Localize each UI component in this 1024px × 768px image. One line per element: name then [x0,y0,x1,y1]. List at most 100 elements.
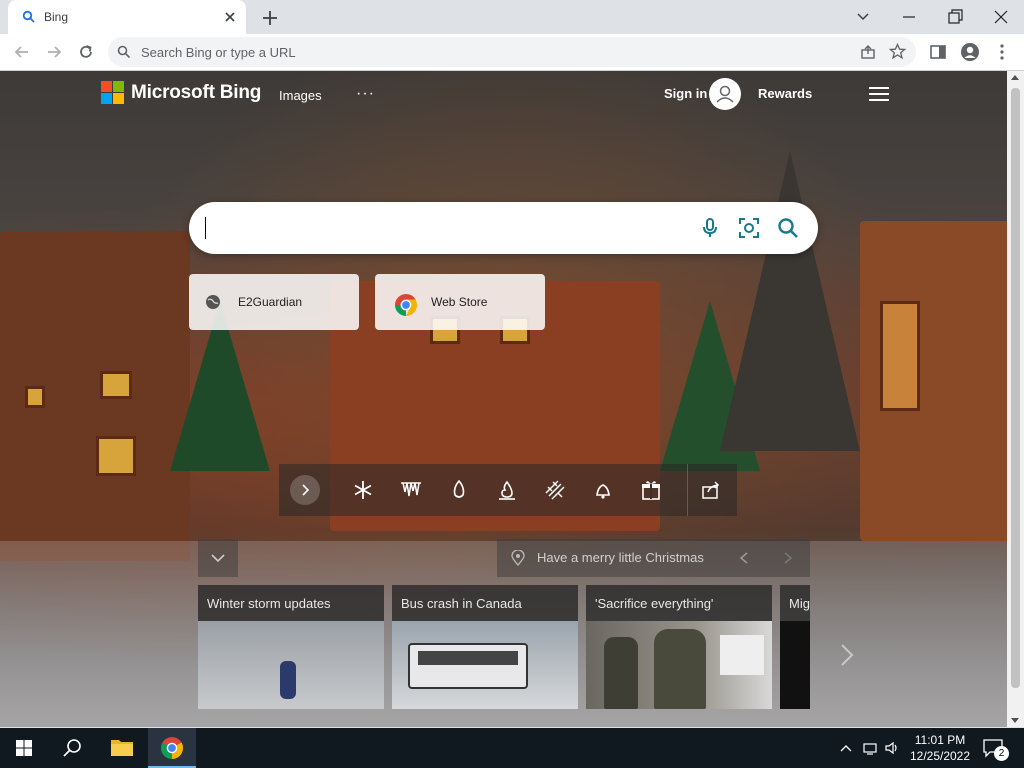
icicles-icon[interactable] [399,478,423,502]
news-thumbnail [780,621,810,709]
person-figure-shape [280,661,296,699]
window-glow-shape [96,436,136,476]
window-glow-shape [100,371,132,399]
daily-theme-toolbar [279,464,737,516]
page-scrollbar[interactable] [1007,71,1024,727]
ornament-icon[interactable] [447,478,471,502]
visual-search-icon[interactable] [737,216,761,240]
search-box[interactable] [189,202,818,254]
close-window-icon[interactable] [990,6,1012,28]
bing-homepage: Microsoft Bing Images ··· Sign in Reward… [0,71,1024,727]
action-center-button[interactable]: 2 [982,738,1009,761]
windows-taskbar: 11:01 PM 12/25/2022 2 [0,728,1024,768]
network-icon[interactable] [862,740,878,756]
candy-cane-icon[interactable] [543,478,567,502]
news-thumbnail [392,621,578,709]
window-glow-shape [880,301,920,411]
snowflake-icon[interactable] [351,478,375,502]
taskbar-search-button[interactable] [48,728,96,768]
file-explorer-button[interactable] [98,728,146,768]
address-placeholder: Search Bing or type a URL [141,45,296,60]
chrome-icon [395,294,417,316]
collapse-feed-button[interactable] [198,539,238,577]
gift-icon[interactable] [639,478,663,502]
chevron-right-icon [302,484,310,496]
location-pin-icon [511,550,525,566]
news-title: Winter storm updates [198,585,384,621]
previous-image-icon[interactable] [737,550,751,566]
fireplace-icon[interactable] [495,478,519,502]
scroll-down-icon[interactable] [1011,718,1019,723]
windows-logo-icon [16,740,32,756]
news-card[interactable]: Bus crash in Canada [392,585,578,709]
news-title: Mig [780,585,810,621]
soldier-figure-shape [604,637,638,709]
scrollbar-thumb[interactable] [1011,88,1020,688]
browser-toolbar: Search Bing or type a URL [0,34,1024,71]
strip-expand-button[interactable] [290,475,320,505]
search-icon [63,739,81,757]
soldier-figure-shape [654,629,706,709]
reload-icon[interactable] [76,42,96,62]
image-caption-bar[interactable]: Have a merry little Christmas [497,539,810,577]
nav-images-link[interactable]: Images [279,88,322,103]
chrome-icon [161,737,183,759]
close-tab-icon[interactable] [222,9,238,25]
avatar[interactable] [709,78,741,110]
clock-date: 12/25/2022 [909,749,971,763]
news-card[interactable]: Winter storm updates [198,585,384,709]
start-button[interactable] [0,728,48,768]
forward-icon[interactable] [44,42,64,62]
notification-count-badge: 2 [994,746,1009,761]
bells-icon[interactable] [591,478,615,502]
new-tab-icon[interactable] [260,8,280,28]
quick-link-web-store[interactable]: Web Store [375,274,545,330]
text-caret [205,217,206,239]
news-next-icon[interactable] [838,642,856,668]
rewards-link[interactable]: Rewards [758,86,812,101]
news-thumbnail [198,621,384,709]
news-title: Bus crash in Canada [392,585,578,621]
back-icon[interactable] [12,42,32,62]
chrome-taskbar-button[interactable] [148,728,196,768]
divider [687,464,688,516]
nav-more-button[interactable]: ··· [356,85,375,103]
sign-in-link[interactable]: Sign in [664,86,707,101]
bing-brand[interactable]: Microsoft Bing [131,82,261,104]
menu-kebab-icon[interactable] [992,42,1012,62]
quick-link-label: E2Guardian [238,295,303,309]
news-card[interactable]: 'Sacrifice everything' [586,585,772,709]
globe-icon [206,295,220,309]
christmas-tree-shape [720,151,860,451]
tray-overflow-chevron-icon[interactable] [838,740,854,756]
microphone-icon[interactable] [698,216,722,240]
tab-strip: Bing [0,0,1024,34]
tab-search-chevron-icon[interactable] [852,6,874,28]
side-panel-icon[interactable] [928,42,948,62]
bus-windows-shape [418,651,518,665]
news-thumbnail [586,621,772,709]
z-sign-shape [720,635,764,675]
address-bar[interactable]: Search Bing or type a URL [108,37,916,67]
restore-icon[interactable] [944,6,966,28]
search-icon[interactable] [776,216,800,240]
window-glow-shape [25,386,45,408]
volume-icon[interactable] [884,740,900,756]
taskbar-clock[interactable]: 11:01 PM 12/25/2022 [906,732,974,764]
share-icon[interactable] [860,44,876,60]
bookmark-star-icon[interactable] [889,43,906,60]
tab-bing[interactable]: Bing [8,0,246,34]
scroll-up-icon[interactable] [1011,75,1019,80]
profile-icon[interactable] [960,42,980,62]
news-title: 'Sacrifice everything' [586,585,772,621]
image-caption-text[interactable]: Have a merry little Christmas [537,550,704,565]
next-image-icon[interactable] [781,550,795,566]
news-card[interactable]: Mig [780,585,810,709]
minimize-icon[interactable] [898,6,920,28]
clock-time: 11:01 PM [914,733,966,747]
hamburger-menu-icon[interactable] [869,85,891,103]
quick-link-e2guardian[interactable]: E2Guardian [189,274,359,330]
share-icon[interactable] [699,478,723,502]
chevron-down-icon [211,554,225,563]
microsoft-logo-icon[interactable] [101,81,125,105]
